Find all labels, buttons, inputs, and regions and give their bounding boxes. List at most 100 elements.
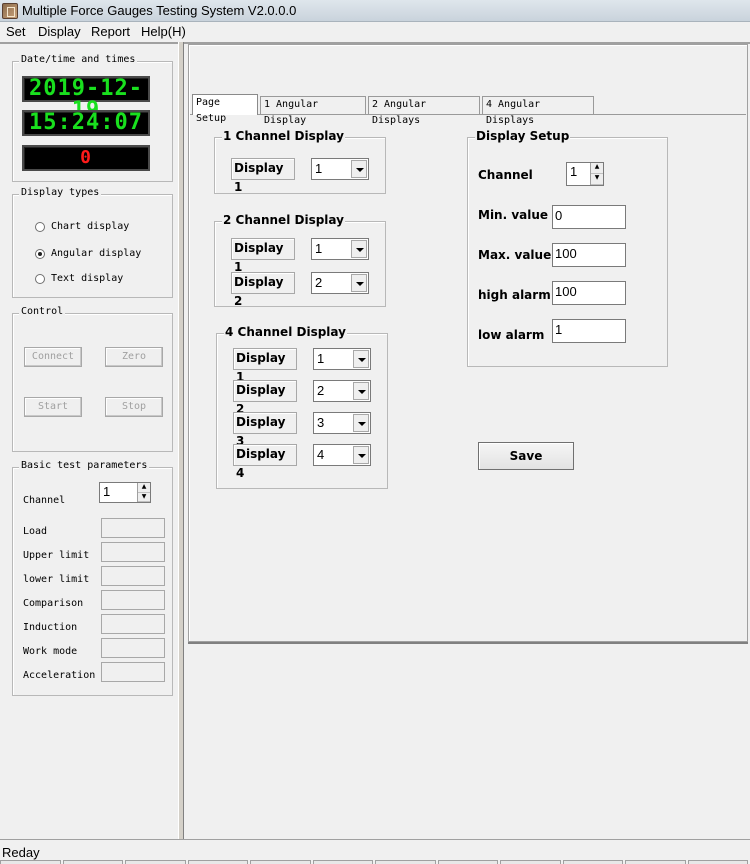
param-lower-limit-field [101,566,165,586]
radio-text-display[interactable]: Text display [35,273,123,284]
spinner-value: 1 [570,164,578,179]
chevron-down-icon[interactable] [351,160,367,178]
radio-label: Text display [51,273,124,284]
param-channel-spinner[interactable]: 1 ▲ ▼ [99,482,151,503]
status-cell [437,860,498,864]
basic-params-legend: Basic test parameters [19,460,150,471]
menu-set[interactable]: Set [6,24,26,39]
display-types-group: Display types Chart display Angular disp… [12,187,173,298]
status-cell [62,860,123,864]
setup-high-alarm-input[interactable]: 100 [552,281,626,305]
two-channel-display-1-select[interactable]: 1 [311,238,369,260]
radio-button[interactable] [35,273,45,284]
menu-report[interactable]: Report [91,24,130,39]
setup-channel-spinner[interactable]: 1 ▲ ▼ [566,162,604,186]
start-button[interactable]: Start [24,397,82,417]
one-channel-display-1-select[interactable]: 1 [311,158,369,180]
four-channel-legend: 4 Channel Display [224,325,347,339]
radio-button-selected[interactable] [35,248,45,259]
setup-min-input[interactable]: 0 [552,205,626,229]
status-cell [687,860,748,864]
tab-page-setup[interactable]: Page Setup [192,94,258,124]
radio-chart-display[interactable]: Chart display [35,221,129,232]
spin-up-icon[interactable]: ▲ [591,163,603,174]
param-work-mode-label: Work mode [23,646,78,657]
splitter[interactable] [178,42,184,839]
four-channel-display-1-label: Display 1 [233,348,297,384]
radio-button[interactable] [35,221,45,232]
status-cell [375,860,436,864]
display-setup-legend: Display Setup [475,129,571,143]
select-value: 1 [315,161,323,176]
setup-max-input[interactable]: 100 [552,243,626,267]
radio-label: Chart display [51,221,130,232]
two-channel-display-2-select[interactable]: 2 [311,272,369,294]
status-cell [312,860,373,864]
param-induction-label: Induction [23,622,78,633]
one-channel-group: 1 Channel Display Display 1 1 [214,129,386,194]
chevron-down-icon[interactable] [351,274,367,292]
control-legend: Control [19,306,66,317]
param-load-field [101,518,165,538]
select-value: 2 [317,383,325,398]
param-comparison-field [101,590,165,610]
menu-bar: Set Display Report Help(H) [0,22,750,42]
four-channel-display-4-label: Display 4 [233,444,297,480]
four-channel-display-3-label: Display 3 [233,412,297,448]
status-cell [125,860,186,864]
tab-1-angular-display[interactable]: 1 Angular Display [260,96,366,126]
select-value: 3 [317,415,325,430]
spinner-arrows[interactable]: ▲ ▼ [590,163,603,185]
connect-button[interactable]: Connect [24,347,82,367]
tab-2-angular-displays[interactable]: 2 Angular Displays [368,96,480,126]
two-channel-display-2-label: Display 2 [231,272,295,308]
spin-up-icon[interactable]: ▲ [138,483,150,493]
stop-button[interactable]: Stop [105,397,163,417]
status-bar: Reday [0,839,750,864]
select-value: 4 [317,447,325,462]
time-display: 15:24:07 [22,110,150,136]
one-channel-legend: 1 Channel Display [222,129,345,143]
menu-display[interactable]: Display [38,24,81,39]
date-display: 2019-12-19 [22,76,150,122]
chevron-down-icon[interactable] [353,446,369,464]
menu-help[interactable]: Help(H) [141,24,186,39]
param-induction-field [101,614,165,634]
status-cell [187,860,248,864]
four-channel-display-1-select[interactable]: 1 [313,348,371,370]
chevron-down-icon[interactable] [351,240,367,258]
param-upper-limit-label: Upper limit [23,550,90,561]
param-comparison-label: Comparison [23,598,84,609]
chevron-down-icon[interactable] [353,414,369,432]
four-channel-display-4-select[interactable]: 4 [313,444,371,466]
tab-4-angular-displays[interactable]: 4 Angular Displays [482,96,594,126]
param-acceleration-label: Acceleration [23,670,96,681]
spin-down-icon[interactable]: ▼ [591,174,603,185]
radio-label: Angular display [51,248,142,259]
chevron-down-icon[interactable] [353,350,369,368]
spinner-arrows[interactable]: ▲ ▼ [137,483,150,502]
status-cell [625,860,686,864]
count-display: 0 [22,145,150,171]
setup-min-label: Min. value [478,208,549,222]
spin-down-icon[interactable]: ▼ [138,493,150,502]
four-channel-display-2-select[interactable]: 2 [313,380,371,402]
left-panel: Date/time and times 2019-12-19 15:24:07 … [0,44,178,839]
status-cells [0,860,750,864]
select-value: 1 [315,241,323,256]
param-upper-limit-field [101,542,165,562]
datetime-legend: Date/time and times [19,54,138,65]
setup-max-label: Max. value [478,248,552,262]
setup-high-alarm-label: high alarm [478,288,551,302]
control-group: Control Connect Zero Start Stop [12,306,173,452]
radio-angular-display[interactable]: Angular display [35,248,141,259]
window-title: Multiple Force Gauges Testing System V2.… [22,3,297,18]
four-channel-display-3-select[interactable]: 3 [313,412,371,434]
zero-button[interactable]: Zero [105,347,163,367]
chevron-down-icon[interactable] [353,382,369,400]
save-button[interactable]: Save [478,442,574,470]
setup-low-alarm-input[interactable]: 1 [552,319,626,343]
status-cell [250,860,311,864]
one-channel-display-1-label: Display 1 [231,158,295,194]
select-value: 1 [317,351,325,366]
